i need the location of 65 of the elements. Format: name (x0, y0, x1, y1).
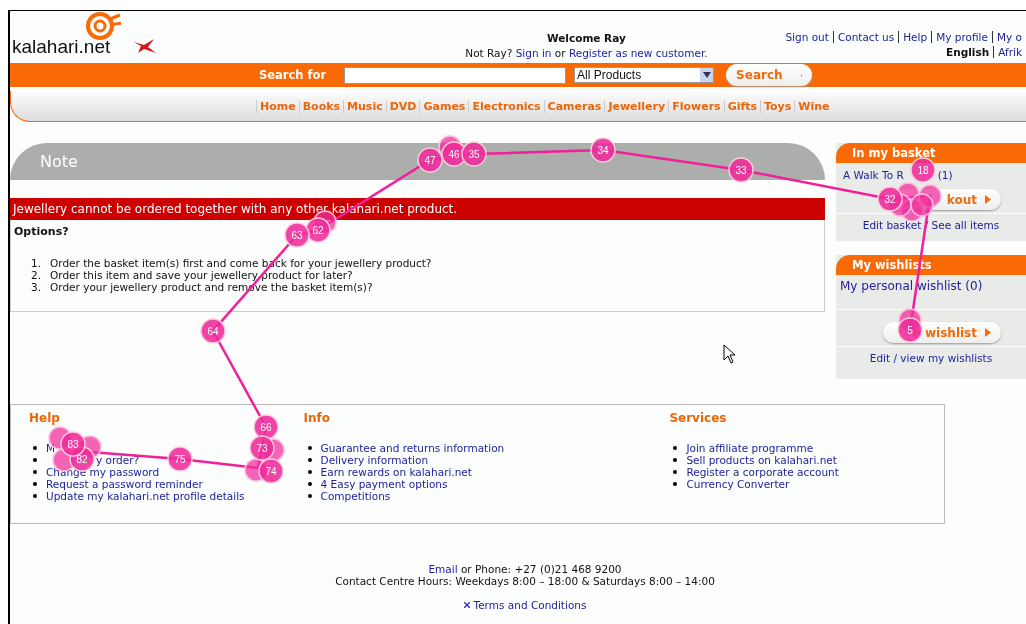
phone-text: or Phone: +27 (0)21 468 9200 (460, 563, 622, 575)
email-link[interactable]: Email (428, 563, 458, 575)
fixation-marker: 63 (284, 222, 310, 248)
swirl-logo-icon (86, 11, 122, 41)
wishlist-link[interactable]: My personal wishlist (0) (840, 279, 983, 293)
hours-text: Contact Centre Hours: Weekdays 8:00 – 18:00 & Saturdays 8:00 – 14:00 (335, 575, 715, 587)
footer-link[interactable]: M (46, 442, 56, 454)
fixation-marker: 73 (249, 435, 275, 461)
option-number: 2. (31, 269, 42, 281)
fixation-marker: 18 (910, 157, 936, 183)
language-link[interactable]: Afrik (993, 46, 1026, 58)
footer-link[interactable]: 4 Easy payment options (320, 478, 448, 490)
fixation-marker (910, 193, 934, 217)
options-heading: Options? (14, 225, 69, 238)
option-number: 1. (31, 257, 42, 269)
top-nav-link[interactable]: My profile (931, 31, 992, 43)
column-heading: Help (29, 411, 60, 425)
footer-link[interactable]: Join affiliate programme (686, 442, 814, 454)
column-heading: Info (303, 411, 331, 425)
language-link[interactable]: English (942, 46, 994, 58)
fixation-marker: 33 (728, 157, 754, 183)
footer-link[interactable]: Currency Converter (686, 478, 790, 490)
footer-link[interactable]: Request a password reminder (46, 478, 203, 490)
top-nav-link[interactable]: Help (898, 31, 932, 43)
basket-item-count: (1) (937, 169, 953, 181)
footer-link[interactable]: Register a corporate account (686, 466, 839, 478)
caret-icon (702, 72, 711, 78)
fixation-marker: 32 (877, 186, 903, 212)
terms-link[interactable]: Terms and Conditions (473, 599, 587, 611)
note-title: Note (40, 152, 78, 171)
fixation-marker: 34 (590, 137, 616, 163)
footer-link[interactable]: Earn rewards on kalahari.net (320, 466, 472, 478)
footer-link[interactable]: Sell products on kalahari.net (686, 454, 837, 466)
triangle-icon (985, 195, 991, 204)
option-text: Order this item and save your jewellery product for later? (50, 269, 353, 281)
edit-wishlists-link[interactable]: Edit / view my wishlists (869, 352, 993, 364)
close-icon (463, 602, 470, 608)
footer-link[interactable]: Guarantee and returns information (320, 442, 505, 454)
footer-link[interactable]: Delivery information (320, 454, 429, 466)
footer-link[interactable]: y order? (96, 454, 140, 466)
column-heading: Services (669, 411, 727, 425)
search-field[interactable] (344, 66, 567, 84)
fixation-marker: 47 (417, 147, 443, 173)
option-number: 3. (31, 281, 42, 293)
fixation-marker: 35 (461, 141, 487, 167)
footer-link[interactable]: Competitions (320, 490, 391, 502)
search-label: Search for (259, 68, 327, 82)
register-link[interactable]: Register as new customer. (568, 47, 708, 59)
category-dropdown[interactable]: All Products (574, 67, 715, 83)
fixation-marker: 74 (258, 458, 284, 484)
or-text: or (554, 47, 566, 59)
welcome-text: Welcome Ray (547, 32, 626, 44)
top-nav-link[interactable]: My o (991, 31, 1026, 43)
basket-item-link[interactable]: A Walk To R (843, 169, 904, 181)
top-nav-link[interactable]: Contact us (832, 31, 899, 43)
triangle-icon (985, 328, 991, 337)
cursor-icon (723, 344, 736, 364)
not-user-text: Not Ray? (465, 47, 513, 59)
logo-text[interactable]: kalahari.net (12, 36, 111, 58)
fixation-marker: 75 (167, 446, 193, 472)
top-nav-link[interactable]: Sign out (781, 31, 833, 43)
basket-title: In my basket (852, 146, 936, 160)
footer-link[interactable]: Update my kalahari.net profile details (46, 490, 245, 502)
sign-in-link[interactable]: Sign in (515, 47, 552, 59)
fixation-marker: 64 (200, 318, 226, 344)
